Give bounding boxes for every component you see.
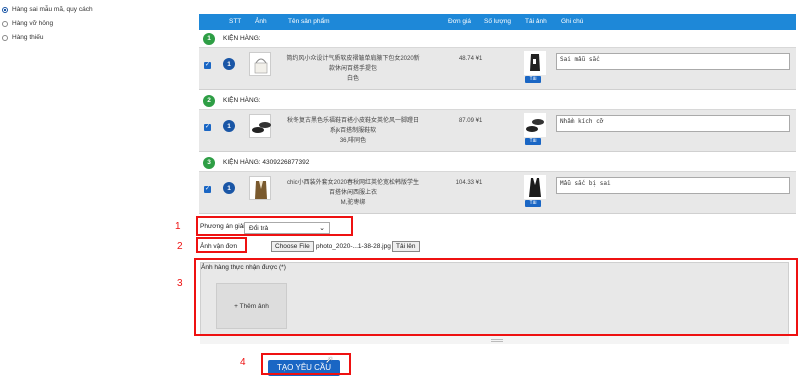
item-row: ✓ 1 秋冬复古黑色乐福鞋百褡小皮鞋女英伦风一脚蹬日 系jk百搭制服鞋软 36,… xyxy=(199,110,796,152)
option-wrong-model[interactable]: Hàng sai mẫu mã, quy cách xyxy=(2,6,93,13)
shop-label: KIỆN HÀNG: xyxy=(223,35,261,42)
col-quantity: Số lượng xyxy=(484,18,512,25)
product-name: chic小西装外套女2020春秋网红英伦宽松韩版学生 百搭休闲西服上衣 M,驼枣… xyxy=(286,180,420,206)
note-field[interactable]: Nhầm kích cỡ xyxy=(556,115,790,132)
file-name: photo_2020-...1-38-28.jpg xyxy=(316,243,391,250)
item-stt: 1 xyxy=(223,120,235,132)
note-field[interactable]: Mẫu sắc bị sai xyxy=(556,177,790,194)
shop-row: 2 KIỆN HÀNG: xyxy=(199,92,796,110)
shop-index-badge: 1 xyxy=(203,32,215,45)
col-price: Đơn giá xyxy=(448,18,472,25)
product-name: 秋冬复古黑色乐福鞋百褡小皮鞋女英伦风一脚蹬日 系jk百搭制服鞋软 36,啡同色 xyxy=(286,118,419,144)
col-stt: STT xyxy=(229,18,242,25)
option-missing[interactable]: Hàng thiếu xyxy=(2,34,43,41)
radio-selected-icon[interactable] xyxy=(2,6,8,13)
item-stt: 1 xyxy=(223,182,235,194)
item-price: 48.74 ¥ xyxy=(458,56,479,62)
item-row: ✓ 1 简约风小众设计气质软皮褶皱单肩腋下包女2020新 款休闲百搭手提包 白色… xyxy=(199,48,796,90)
highlight-box-3 xyxy=(194,258,798,336)
item-checkbox[interactable]: ✓ xyxy=(204,186,211,193)
annotation-marker-4: 4 xyxy=(240,357,246,368)
product-name: 简约风小众设计气质软皮褶皱单肩腋下包女2020新 款休闲百搭手提包 白色 xyxy=(286,56,420,82)
item-checkbox[interactable]: ✓ xyxy=(204,62,211,69)
highlight-box-2 xyxy=(196,237,247,253)
choose-file-button[interactable]: Choose File xyxy=(271,241,314,252)
shop-index-badge: 2 xyxy=(203,94,215,107)
item-quantity: 1 xyxy=(479,56,483,62)
item-price: 87.09 ¥ xyxy=(458,118,479,124)
shop-row: 3 KIỆN HÀNG: 4309226877392 xyxy=(199,154,796,172)
item-quantity: 1 xyxy=(479,118,483,124)
col-upload: Tải ảnh xyxy=(525,18,547,25)
radio-icon[interactable] xyxy=(2,20,8,27)
item-row: ✓ 1 chic小西装外套女2020春秋网红英伦宽松韩版学生 百搭休闲西服上衣 … xyxy=(199,172,796,214)
item-price: 104.33 ¥ xyxy=(455,180,479,186)
uploaded-photo xyxy=(524,175,546,199)
shop-label: KIỆN HÀNG: xyxy=(223,97,261,104)
resize-grip-icon[interactable] xyxy=(491,339,503,342)
item-stt: 1 xyxy=(223,58,235,70)
upload-button[interactable]: Tải xyxy=(525,138,541,145)
col-note: Ghi chú xyxy=(561,18,584,25)
annotation-marker-3: 3 xyxy=(177,278,183,289)
highlight-box-1 xyxy=(196,216,353,236)
item-quantity: 1 xyxy=(479,180,483,186)
product-thumbnail xyxy=(249,114,271,138)
annotation-marker-2: 2 xyxy=(177,241,183,252)
upload-button[interactable]: Tải xyxy=(525,200,541,207)
upload-button[interactable]: Tải xyxy=(525,76,541,83)
option-label: Hàng sai mẫu mã, quy cách xyxy=(12,6,93,13)
col-image: Ảnh xyxy=(255,18,267,25)
uploaded-photo xyxy=(524,51,546,75)
option-label: Hàng thiếu xyxy=(12,34,44,41)
highlight-box-4 xyxy=(261,353,351,375)
uploaded-photo xyxy=(524,113,546,137)
upload-waybill-button[interactable]: Tải lên xyxy=(392,241,420,252)
option-label: Hàng vỡ hỏng xyxy=(12,20,54,27)
option-broken[interactable]: Hàng vỡ hỏng xyxy=(2,20,53,27)
shop-index-badge: 3 xyxy=(203,156,215,169)
product-thumbnail xyxy=(249,52,271,76)
item-checkbox[interactable]: ✓ xyxy=(204,124,211,131)
annotation-marker-1: 1 xyxy=(175,221,181,232)
col-product-name: Tên sản phẩm xyxy=(288,18,330,25)
shop-label: KIỆN HÀNG: 4309226877392 xyxy=(223,159,310,166)
table-header: STT Ảnh Tên sản phẩm Đơn giá Số lượng Tả… xyxy=(199,14,796,30)
shop-row: 1 KIỆN HÀNG: xyxy=(199,30,796,48)
reason-options-panel: Hàng sai mẫu mã, quy cách Hàng vỡ hỏng H… xyxy=(0,0,196,378)
note-field[interactable]: Sai mẫu sắc xyxy=(556,53,790,70)
radio-icon[interactable] xyxy=(2,34,8,41)
product-thumbnail xyxy=(249,176,271,200)
